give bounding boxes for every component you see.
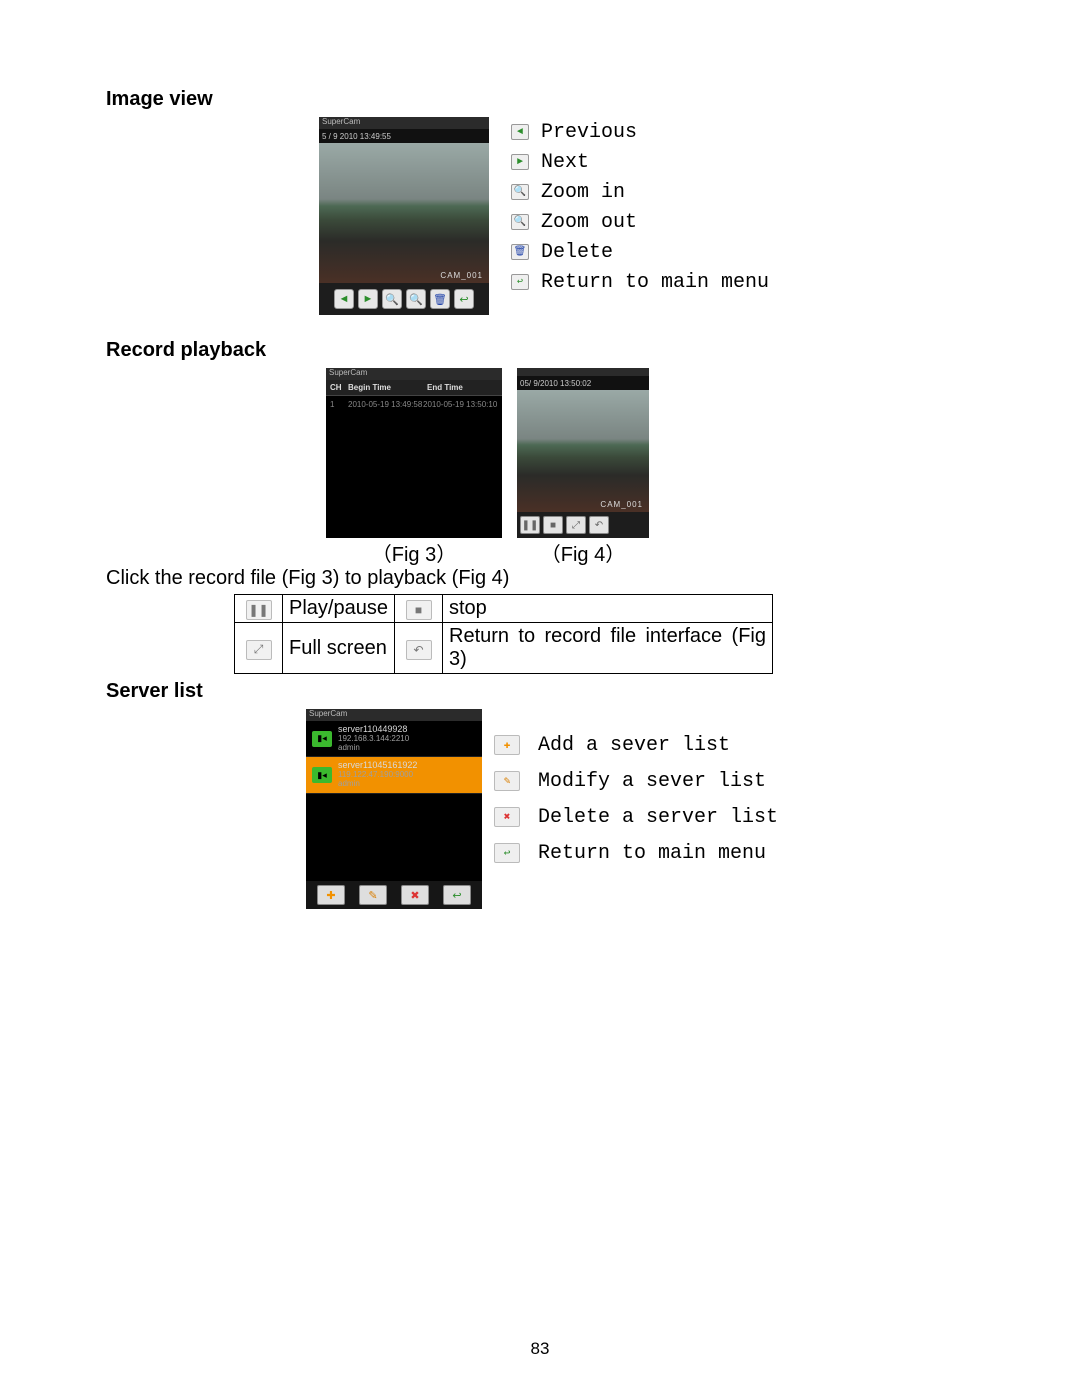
header-ch: CH — [326, 380, 344, 395]
return-icon[interactable]: ↶ — [589, 516, 609, 534]
server-item[interactable]: ▮◂ server110449928 192.168.3.144:2210 ad… — [306, 721, 482, 757]
return-icon: ↩ — [494, 843, 520, 863]
camera-label: CAM_001 — [440, 271, 483, 280]
record-table-header: CH Begin Time End Time — [326, 380, 502, 396]
stop-icon: ■ — [406, 600, 432, 620]
legend-modify: Modify a sever list — [538, 770, 766, 793]
play-pause-icon: ❚❚ — [246, 600, 272, 620]
page-number: 83 — [0, 1339, 1080, 1359]
legend-add: Add a sever list — [538, 734, 730, 757]
label-full-screen: Full screen — [283, 623, 395, 674]
app-title-bar: SuperCam — [319, 117, 489, 129]
delete-icon[interactable]: 🗑 — [430, 289, 450, 309]
camera-label: CAM_001 — [600, 500, 643, 509]
delete-icon[interactable]: ✖ — [401, 885, 429, 905]
server-toolbar: ✚ ✎ ✖ ↩ — [306, 881, 482, 909]
playback-image: CAM_001 — [517, 390, 649, 512]
timestamp-bar: 5 / 9 2010 13:49:55 — [319, 129, 489, 143]
playback-timestamp: 05/ 9/2010 13:50:02 — [517, 376, 649, 390]
app-title-bar: SuperCam — [326, 368, 502, 380]
app-title-bar: SuperCam — [306, 709, 482, 721]
status-bar — [517, 368, 649, 376]
cell-ch: 1 — [330, 400, 348, 409]
cell-begin: 2010-05-19 13:49:58 — [348, 400, 423, 409]
label-return: Return to record file interface (Fig 3) — [443, 623, 773, 674]
return-icon[interactable]: ↩ — [443, 885, 471, 905]
previous-icon: ◄ — [511, 124, 529, 140]
cell-end: 2010-05-19 13:50:10 — [423, 400, 498, 409]
zoom-out-icon: 🔍 — [511, 214, 529, 230]
modify-icon[interactable]: ✎ — [359, 885, 387, 905]
server-item-selected[interactable]: ▮◂ server11045161922 119.122.47.190:9000… — [306, 757, 482, 793]
phone-screenshot-server-list: SuperCam ▮◂ server110449928 192.168.3.14… — [306, 709, 482, 909]
delete-icon: ✖ — [494, 807, 520, 827]
image-view-toolbar: ◄ ► 🔍 🔍 🗑 ↩ — [319, 283, 489, 315]
stop-icon[interactable]: ■ — [543, 516, 563, 534]
playback-toolbar: ❚❚ ■ ⤢ ↶ — [517, 512, 649, 538]
legend-delete: Delete a server list — [538, 806, 778, 829]
legend-delete: Delete — [541, 241, 613, 264]
record-table-row[interactable]: 1 2010-05-19 13:49:58 2010-05-19 13:50:1… — [326, 396, 502, 413]
next-icon[interactable]: ► — [358, 289, 378, 309]
server-list-row: SuperCam ▮◂ server110449928 192.168.3.14… — [306, 709, 974, 909]
server-icon: ▮◂ — [312, 767, 332, 783]
fig3-caption: （Fig 3） — [326, 538, 502, 567]
return-icon: ↶ — [406, 640, 432, 660]
fullscreen-icon: ⤢ — [246, 640, 272, 660]
phone-screenshot-playback: 05/ 9/2010 13:50:02 CAM_001 ❚❚ ■ ⤢ ↶ — [517, 368, 649, 538]
section-title-image-view: Image view — [106, 88, 974, 111]
fullscreen-icon[interactable]: ⤢ — [566, 516, 586, 534]
phone-screenshot-image-view: SuperCam 5 / 9 2010 13:49:55 CAM_001 ◄ ►… — [319, 117, 489, 315]
section-title-record-playback: Record playback — [106, 339, 974, 362]
legend-return: Return to main menu — [541, 271, 769, 294]
header-end: End Time — [423, 380, 502, 395]
section-title-server-list: Server list — [106, 680, 974, 703]
playback-button-table: ❚❚ Play/pause ■ stop ⤢ Full screen ↶ Ret… — [234, 594, 773, 674]
server-user: admin — [338, 744, 409, 753]
header-begin: Begin Time — [344, 380, 423, 395]
previous-icon[interactable]: ◄ — [334, 289, 354, 309]
next-icon: ► — [511, 154, 529, 170]
fig4-caption: （Fig 4） — [517, 538, 649, 567]
return-icon[interactable]: ↩ — [454, 289, 474, 309]
legend-next: Next — [541, 151, 589, 174]
record-playback-row: SuperCam CH Begin Time End Time 1 2010-0… — [326, 368, 974, 538]
image-view-legend: ◄ Previous ► Next 🔍 Zoom in 🔍 Zoom out 🗑 Dele… — [511, 117, 769, 297]
legend-previous: Previous — [541, 121, 637, 144]
zoom-out-icon[interactable]: 🔍 — [406, 289, 426, 309]
add-icon: ✚ — [494, 735, 520, 755]
label-play-pause: Play/pause — [283, 595, 395, 623]
zoom-in-icon[interactable]: 🔍 — [382, 289, 402, 309]
legend-return: Return to main menu — [538, 842, 766, 865]
legend-zoom-out: Zoom out — [541, 211, 637, 234]
server-user: admin — [338, 780, 417, 789]
play-pause-icon[interactable]: ❚❚ — [520, 516, 540, 534]
figure-caption-row: （Fig 3） （Fig 4） — [326, 538, 974, 567]
phone-screenshot-record-list: SuperCam CH Begin Time End Time 1 2010-0… — [326, 368, 502, 538]
return-icon: ↩ — [511, 274, 529, 290]
image-view-row: SuperCam 5 / 9 2010 13:49:55 CAM_001 ◄ ►… — [106, 117, 974, 315]
label-stop: stop — [443, 595, 773, 623]
server-list-legend: ✚ Add a sever list ✎ Modify a sever list ✖… — [494, 727, 778, 871]
camera-image: CAM_001 — [319, 143, 489, 283]
delete-icon: 🗑 — [511, 244, 529, 260]
legend-zoom-in: Zoom in — [541, 181, 625, 204]
modify-icon: ✎ — [494, 771, 520, 791]
add-icon[interactable]: ✚ — [317, 885, 345, 905]
server-icon: ▮◂ — [312, 731, 332, 747]
zoom-in-icon: 🔍 — [511, 184, 529, 200]
click-instruction: Click the record file (Fig 3) to playbac… — [106, 567, 974, 590]
